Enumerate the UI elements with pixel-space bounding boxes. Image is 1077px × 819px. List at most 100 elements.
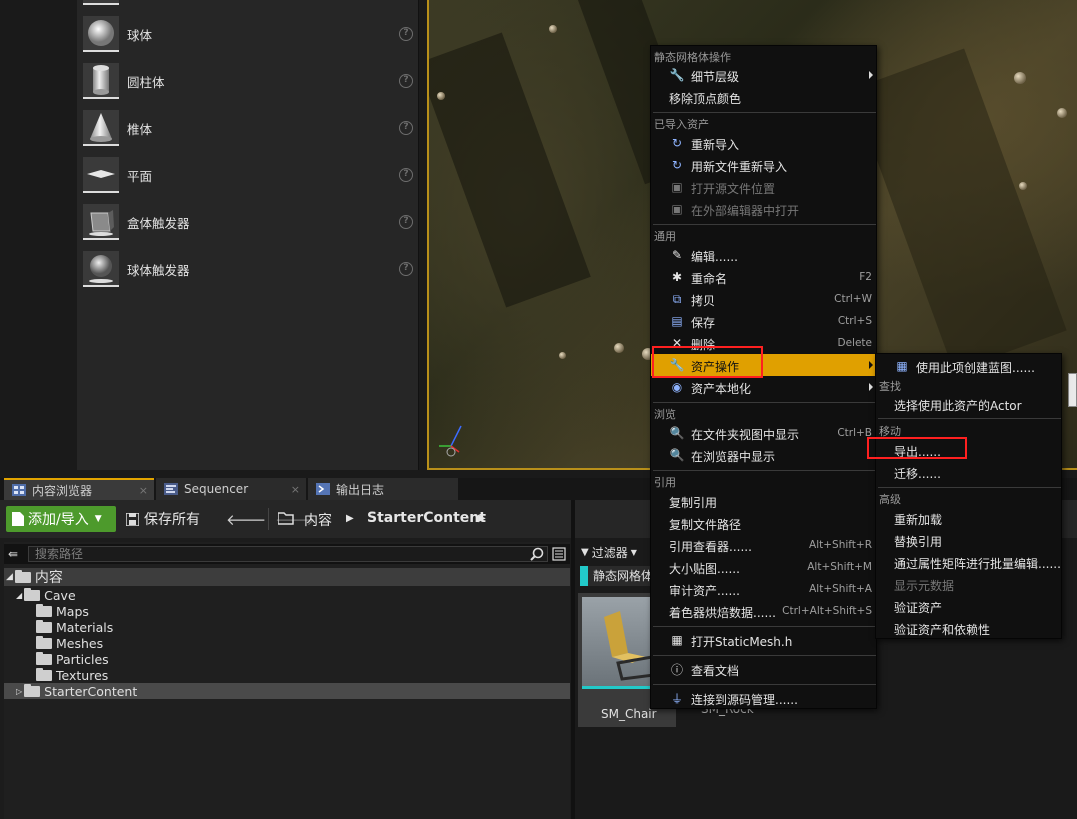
menu-item-show-in-folder[interactable]: 🔍 在文件夹视图中显示 Ctrl+B [651,422,876,444]
menu-item-reference-viewer[interactable]: 引用查看器...... Alt+Shift+R [651,534,876,556]
view-options-icon[interactable] [552,547,566,561]
tree-item-content[interactable]: ◢ 内容 [4,568,570,586]
expanded-arrow-icon[interactable]: ◢ [6,572,13,582]
menu-item-label: 拷贝 [691,294,716,308]
collapsed-arrow-icon[interactable]: ▷ [16,687,22,696]
menu-item-edit[interactable]: ✎ 编辑...... [651,244,876,266]
pebble [614,343,624,353]
menu-item-select-actors[interactable]: 选择使用此资产的Actor [876,393,1061,415]
back-arrow-icon[interactable]: 🡐 [226,511,266,529]
menu-item-reimport[interactable]: ↻ 重新导入 [651,132,876,154]
help-icon[interactable]: ? [399,262,413,276]
menu-item-replace-references[interactable]: 替换引用 [876,529,1061,551]
breadcrumb-startercontent[interactable]: StarterContent [367,510,486,526]
close-icon[interactable]: × [291,483,300,496]
tree-item-meshes[interactable]: Meshes [4,635,570,651]
menu-item-shader-cook[interactable]: 着色器烘焙数据...... Ctrl+Alt+Shift+S [651,600,876,622]
place-item-cylinder[interactable]: 圆柱体 ? [83,61,415,101]
shortcut-label: Alt+Shift+R [809,539,872,551]
menu-item-label: 在文件夹视图中显示 [691,428,800,442]
expanded-arrow-icon[interactable]: ◢ [16,591,22,600]
menu-item-label: 编辑...... [691,250,738,264]
magnifier-icon: 🔍 [669,448,685,462]
folder-icon: ▣ [671,180,683,194]
tree-item-startercontent[interactable]: ▷ StarterContent [4,683,570,699]
menu-item-view-docs[interactable]: ⓘ 查看文档 [651,658,876,680]
menu-item-migrate[interactable]: 迁移...... [876,461,1061,483]
history-nav: 🡐 🡒 [226,510,315,529]
menu-item-open-external-editor[interactable]: ▣ 在外部编辑器中打开 [651,198,876,220]
tree-item-maps[interactable]: Maps [4,603,570,619]
place-item-box-trigger[interactable]: 盒体触发器 ? [83,202,415,242]
tree-item-textures[interactable]: Textures [4,667,570,683]
place-item-sphere[interactable]: 球体 ? [83,14,415,54]
menu-item-show-in-browser[interactable]: 🔍 在浏览器中显示 [651,444,876,466]
menu-item-size-map[interactable]: 大小贴图...... Alt+Shift+M [651,556,876,578]
menu-item-reimport-new-file[interactable]: ↻ 用新文件重新导入 [651,154,876,176]
place-item-cone[interactable]: 椎体 ? [83,108,415,148]
menu-item-copy-file-path[interactable]: 复制文件路径 [651,512,876,534]
chevron-down-icon: ▼ [630,547,637,557]
menu-item-show-metadata[interactable]: 显示元数据 [876,573,1061,595]
menu-item-audit-assets[interactable]: 审计资产...... Alt+Shift+A [651,578,876,600]
menu-item-rename[interactable]: ✱ 重命名 F2 [651,266,876,288]
place-item-label: 球体触发器 [127,262,190,278]
tree-item-label: StarterContent [44,683,138,699]
menu-item-create-blueprint[interactable]: ▦ 使用此项创建蓝图...... [876,355,1061,377]
help-icon[interactable]: ? [399,168,413,182]
menu-item-reload[interactable]: 重新加载 [876,507,1061,529]
menu-item-asset-localization[interactable]: ◉ 资产本地化 [651,376,876,398]
menu-item-copy[interactable]: ⧉ 拷贝 Ctrl+W [651,288,876,310]
help-icon[interactable]: ? [399,74,413,88]
annotation-box-asset-actions [652,346,763,378]
type-filter-chip[interactable]: 静态网格体 [580,566,660,586]
tab-content-browser[interactable]: 内容浏览器 × [4,478,154,500]
menu-item-validate[interactable]: 验证资产 [876,595,1061,617]
save-all-button[interactable]: 保存所有 [126,506,200,532]
place-item-sphere-trigger[interactable]: 球体触发器 ? [83,249,415,289]
help-icon[interactable]: ? [399,27,413,41]
menu-item-label: 大小贴图...... [669,562,740,576]
new-file-icon [12,512,24,526]
path-search-input[interactable]: 搜索路径 [28,546,548,562]
tree-item-label: 内容 [34,570,63,586]
tree-item-cave[interactable]: ◢ Cave [4,587,570,603]
pebble [437,92,445,100]
menu-item-bulk-edit[interactable]: 通过属性矩阵进行批量编辑...... [876,551,1061,573]
menu-item-save[interactable]: ▤ 保存 Ctrl+S [651,310,876,332]
place-item-label: 平面 [127,168,153,184]
tree-item-materials[interactable]: Materials [4,619,570,635]
tab-output-log[interactable]: 输出日志 [308,478,458,500]
tab-sequencer[interactable]: Sequencer × [156,478,306,500]
menu-item-validate-deps[interactable]: 验证资产和依赖性 [876,617,1061,639]
tree-item-particles[interactable]: Particles [4,651,570,667]
menu-item-open-header[interactable]: ▦ 打开StaticMesh.h [651,629,876,651]
menu-item-connect-source-control[interactable]: ⏚ 连接到源码管理...... [651,687,876,709]
help-icon[interactable]: ? [399,121,413,135]
filter-button[interactable]: ▼ 过滤器 ▼ [581,543,637,561]
path-search-row: ⇚ 搜索路径 [4,544,570,564]
asset-actions-submenu: ▦ 使用此项创建蓝图...... 查找 选择使用此资产的Actor 移动 导出.… [875,353,1062,639]
place-item-plane[interactable]: 平面 ? [83,155,415,195]
menu-item-remove-vertex-colors[interactable]: 移除顶点颜色 [651,86,876,108]
close-icon[interactable]: × [139,484,148,497]
section-browse: 浏览 [654,408,676,421]
tree-item-label: Cave [44,587,76,603]
menu-item-copy-reference[interactable]: 复制引用 [651,490,876,512]
help-icon[interactable]: ? [399,215,413,229]
submenu-arrow-icon [869,383,873,391]
folder-icon [36,603,52,617]
breadcrumb-content[interactable]: 内容 [304,510,332,530]
menu-divider [653,684,876,685]
collapse-sources-icon[interactable]: ⇚ [8,547,18,561]
source-file-icon: ▦ [671,633,683,647]
menu-item-open-source-location[interactable]: ▣ 打开源文件位置 [651,176,876,198]
breadcrumb-separator-icon[interactable]: ▶ [346,513,354,524]
asset-name: SM_Chair [601,707,657,721]
tab-label: Sequencer [184,482,249,496]
menu-item-lod[interactable]: 🔧 细节层级 [651,64,876,86]
add-import-button[interactable]: 添加/导入 ▼ [6,506,116,532]
breadcrumb-separator-icon[interactable]: ▶ [478,513,486,524]
output-log-icon [316,483,330,495]
folder-icon [14,569,31,583]
